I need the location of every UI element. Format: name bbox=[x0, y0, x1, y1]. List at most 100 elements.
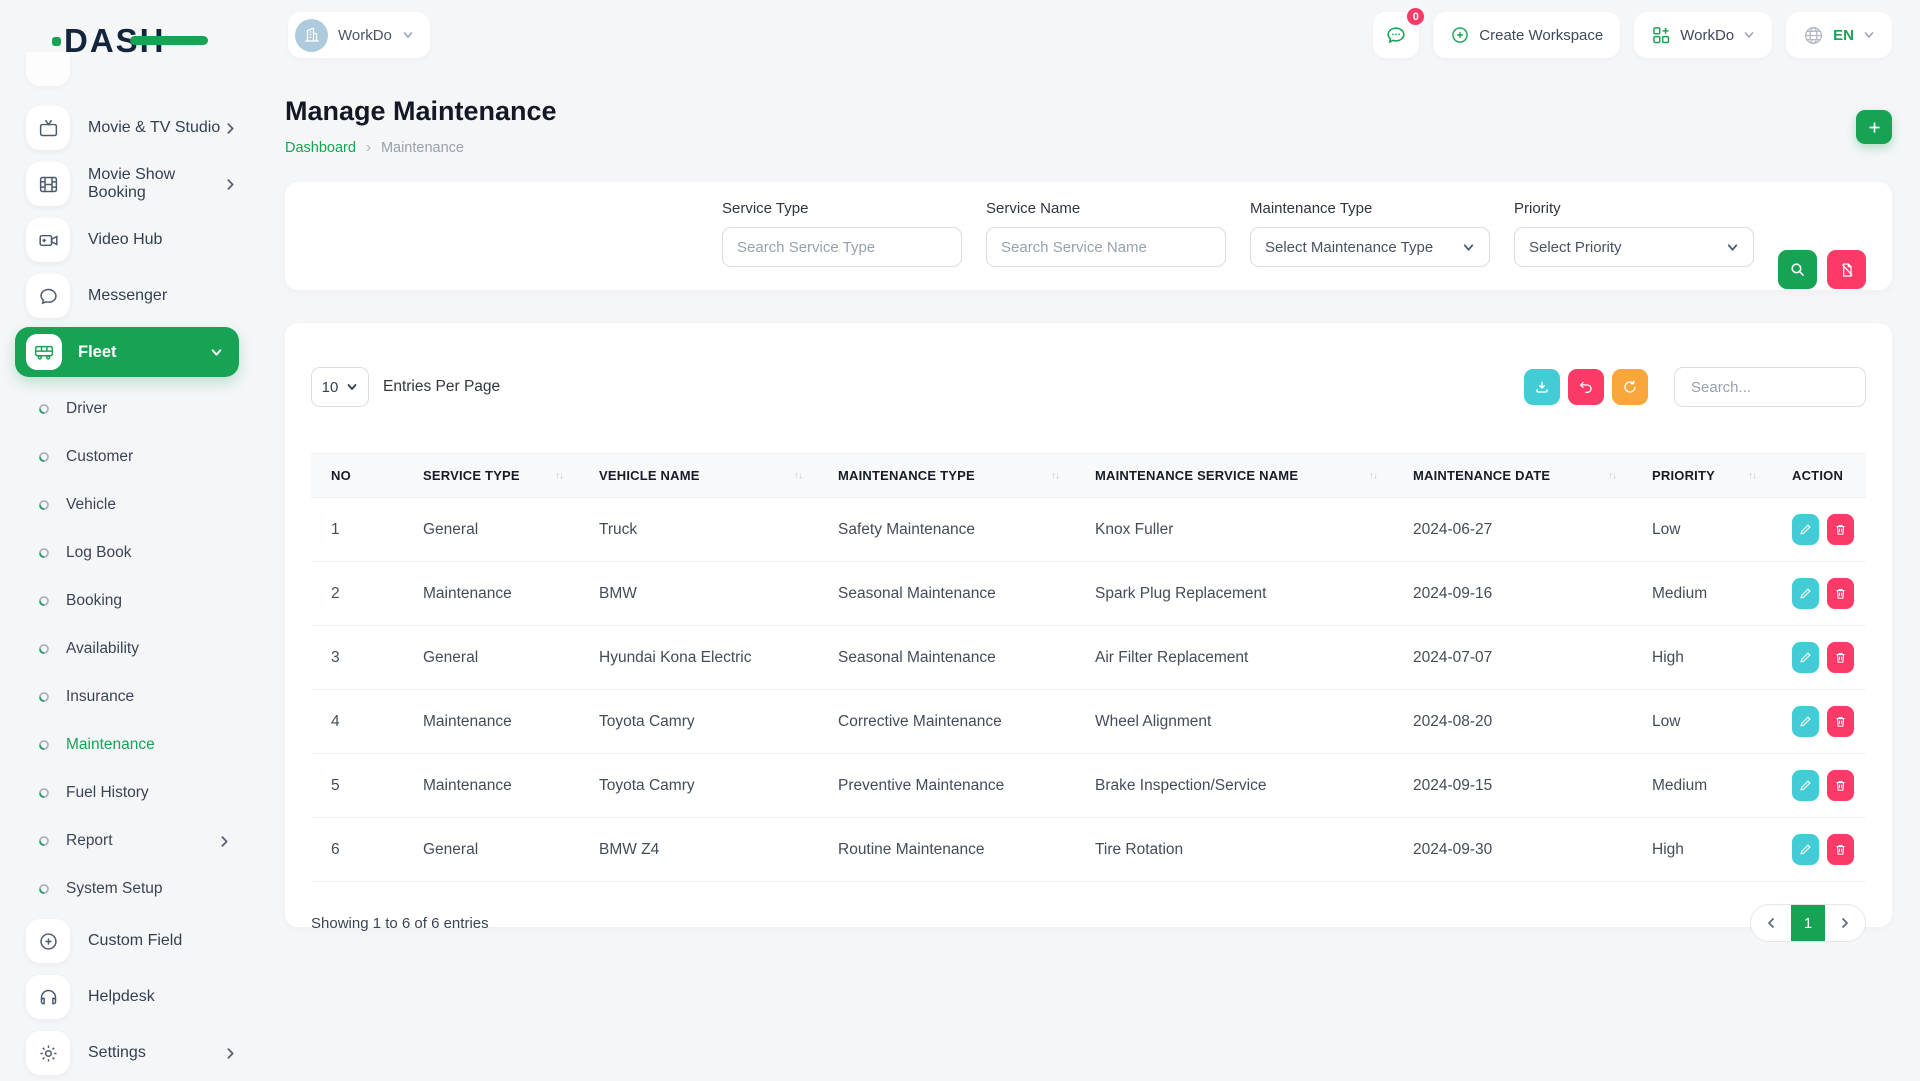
reset-filter-icon bbox=[1839, 262, 1855, 278]
sidebar-item-movie-tv-studio[interactable]: Movie & TV Studio bbox=[0, 100, 257, 156]
breadcrumb: Dashboard › Maintenance bbox=[285, 139, 1892, 156]
cell-maintenance-service-name: Air Filter Replacement bbox=[1075, 626, 1393, 690]
table-row: 3 General Hyundai Kona Electric Seasonal… bbox=[311, 626, 1866, 690]
delete-row-button[interactable] bbox=[1827, 706, 1854, 737]
cell-maintenance-service-name: Spark Plug Replacement bbox=[1075, 562, 1393, 626]
table-row: 6 General BMW Z4 Routine Maintenance Tir… bbox=[311, 818, 1866, 882]
sidebar-item-label: Movie Show Booking bbox=[88, 166, 224, 202]
chevron-right-icon bbox=[218, 835, 231, 848]
sidebar-item-system-setup[interactable]: System Setup bbox=[0, 865, 257, 913]
column-header-no[interactable]: NO bbox=[311, 454, 403, 498]
maintenance-table-panel: 10 Entries Per Page bbox=[285, 323, 1892, 927]
chat-icon bbox=[26, 274, 70, 318]
export-button[interactable] bbox=[1524, 369, 1560, 405]
column-header-vehicle-name[interactable]: VEHICLE NAME↑↓ bbox=[579, 454, 818, 498]
edit-icon bbox=[1799, 651, 1812, 664]
add-maintenance-button[interactable] bbox=[1856, 110, 1892, 144]
delete-row-button[interactable] bbox=[1827, 578, 1854, 609]
sidebar-item-label: Fleet bbox=[78, 343, 210, 362]
sidebar-item-movie-show-booking[interactable]: Movie Show Booking bbox=[0, 156, 257, 212]
service-type-label: Service Type bbox=[722, 200, 962, 217]
column-header-service-type[interactable]: SERVICE TYPE↑↓ bbox=[403, 454, 579, 498]
entries-per-page-select[interactable]: 10 bbox=[311, 367, 369, 407]
reset-filter-button[interactable] bbox=[1827, 250, 1866, 289]
sidebar-item-vehicle[interactable]: Vehicle bbox=[0, 481, 257, 529]
bullet-icon bbox=[38, 547, 50, 559]
column-header-maintenance-type[interactable]: MAINTENANCE TYPE↑↓ bbox=[818, 454, 1075, 498]
column-header-maintenance-service-name[interactable]: MAINTENANCE SERVICE NAME↑↓ bbox=[1075, 454, 1393, 498]
edit-row-button[interactable] bbox=[1792, 578, 1819, 609]
bullet-icon bbox=[38, 691, 50, 703]
headphones-icon bbox=[26, 975, 70, 1019]
refresh-button[interactable] bbox=[1612, 369, 1648, 405]
sidebar-item-availability[interactable]: Availability bbox=[0, 625, 257, 673]
previous-page-button[interactable] bbox=[1751, 904, 1791, 942]
sidebar-item-fleet[interactable]: Fleet bbox=[15, 327, 239, 377]
edit-row-button[interactable] bbox=[1792, 642, 1819, 673]
table-header-row: NO SERVICE TYPE↑↓ VEHICLE NAME↑↓ MAINTEN… bbox=[311, 454, 1866, 498]
cell-service-type: Maintenance bbox=[403, 754, 579, 818]
sidebar-item-booking[interactable]: Booking bbox=[0, 577, 257, 625]
entries-per-page-label: Entries Per Page bbox=[383, 378, 500, 396]
edit-row-button[interactable] bbox=[1792, 770, 1819, 801]
undo-button[interactable] bbox=[1568, 369, 1604, 405]
table-search-input[interactable] bbox=[1674, 367, 1866, 407]
delete-row-button[interactable] bbox=[1827, 770, 1854, 801]
sidebar-item-video-hub[interactable]: Video Hub bbox=[0, 212, 257, 268]
table-row: 1 General Truck Safety Maintenance Knox … bbox=[311, 498, 1866, 562]
sidebar-item-customer[interactable]: Customer bbox=[0, 433, 257, 481]
chevron-down-icon bbox=[1726, 241, 1739, 254]
cell-service-type: Maintenance bbox=[403, 690, 579, 754]
cell-vehicle-name: BMW Z4 bbox=[579, 818, 818, 882]
sidebar-item-custom-field[interactable]: Custom Field bbox=[0, 913, 257, 969]
maintenance-type-label: Maintenance Type bbox=[1250, 200, 1490, 217]
film-icon bbox=[26, 162, 70, 206]
sidebar-item-report[interactable]: Report bbox=[0, 817, 257, 865]
column-header-maintenance-date[interactable]: MAINTENANCE DATE↑↓ bbox=[1393, 454, 1632, 498]
sidebar-item-insurance[interactable]: Insurance bbox=[0, 673, 257, 721]
sidebar-item-helpdesk[interactable]: Helpdesk bbox=[0, 969, 257, 1025]
edit-row-button[interactable] bbox=[1792, 706, 1819, 737]
next-page-button[interactable] bbox=[1825, 904, 1865, 942]
chevron-right-icon bbox=[224, 122, 237, 135]
sidebar-item-maintenance[interactable]: Maintenance bbox=[0, 721, 257, 769]
delete-icon bbox=[1834, 523, 1847, 536]
sort-icon: ↑↓ bbox=[1748, 470, 1756, 481]
sidebar-item-messenger[interactable]: Messenger bbox=[0, 268, 257, 324]
column-header-priority[interactable]: PRIORITY↑↓ bbox=[1632, 454, 1772, 498]
delete-icon bbox=[1834, 587, 1847, 600]
sidebar-item-fuel-history[interactable]: Fuel History bbox=[0, 769, 257, 817]
sidebar-item-log-book[interactable]: Log Book bbox=[0, 529, 257, 577]
service-name-label: Service Name bbox=[986, 200, 1226, 217]
gear-icon bbox=[26, 1031, 70, 1075]
clipped-menu-item bbox=[26, 52, 70, 86]
sort-icon: ↑↓ bbox=[794, 470, 802, 481]
apply-filter-button[interactable] bbox=[1778, 250, 1817, 289]
sidebar-item-label: Messenger bbox=[88, 287, 237, 305]
filter-panel: Service Type Service Name Maintenance Ty… bbox=[285, 182, 1892, 290]
bullet-icon bbox=[38, 883, 50, 895]
sidebar-item-driver[interactable]: Driver bbox=[0, 385, 257, 433]
bullet-icon bbox=[38, 499, 50, 511]
cell-priority: Low bbox=[1632, 498, 1772, 562]
bullet-icon bbox=[38, 403, 50, 415]
cell-vehicle-name: Toyota Camry bbox=[579, 690, 818, 754]
edit-row-button[interactable] bbox=[1792, 834, 1819, 865]
edit-icon bbox=[1799, 779, 1812, 792]
priority-select[interactable]: Select Priority bbox=[1514, 227, 1754, 267]
page-number-current[interactable]: 1 bbox=[1791, 904, 1825, 942]
service-name-input[interactable] bbox=[986, 227, 1226, 267]
breadcrumb-dashboard-link[interactable]: Dashboard bbox=[285, 140, 356, 156]
cell-vehicle-name: Truck bbox=[579, 498, 818, 562]
cell-priority: Medium bbox=[1632, 562, 1772, 626]
maintenance-type-select[interactable]: Select Maintenance Type bbox=[1250, 227, 1490, 267]
sidebar-item-settings[interactable]: Settings bbox=[0, 1025, 257, 1081]
service-type-input[interactable] bbox=[722, 227, 962, 267]
cell-maintenance-type: Seasonal Maintenance bbox=[818, 562, 1075, 626]
delete-row-button[interactable] bbox=[1827, 834, 1854, 865]
delete-row-button[interactable] bbox=[1827, 642, 1854, 673]
sort-icon: ↑↓ bbox=[1608, 470, 1616, 481]
delete-row-button[interactable] bbox=[1827, 514, 1854, 545]
cell-no: 6 bbox=[311, 818, 403, 882]
edit-row-button[interactable] bbox=[1792, 514, 1819, 545]
